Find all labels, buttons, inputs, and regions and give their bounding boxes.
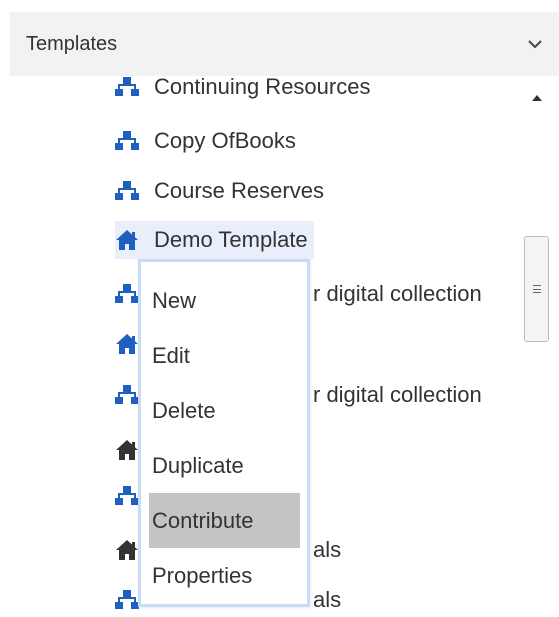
- menu-item-properties[interactable]: Properties: [149, 548, 300, 603]
- context-menu: New Edit Delete Duplicate Contribute Pro…: [138, 259, 310, 607]
- tree-item-continuing-resources[interactable]: Continuing Resources: [115, 76, 370, 106]
- tree-item-label: als: [313, 537, 342, 562]
- scroll-thumb[interactable]: [524, 236, 549, 342]
- menu-item-contribute[interactable]: Contribute: [149, 493, 300, 548]
- hierarchy-icon: [115, 130, 141, 152]
- tree-item-label: Continuing Resources: [154, 76, 371, 99]
- scroll-up-arrow-icon[interactable]: [521, 84, 552, 112]
- tree-item-copy-ofbooks[interactable]: Copy OfBooks: [115, 122, 296, 160]
- tree-item-label: r digital collection: [313, 281, 482, 306]
- panel-title: Templates: [26, 32, 118, 55]
- hierarchy-icon: [115, 180, 141, 202]
- menu-item-edit[interactable]: Edit: [149, 328, 300, 383]
- tree-item-label: Copy OfBooks: [154, 128, 296, 153]
- home-icon: [115, 229, 141, 251]
- tree-item-label: Course Reserves: [154, 178, 324, 203]
- tree-item-demo-template[interactable]: Demo Template: [115, 221, 314, 259]
- tree-item-label: r digital collection: [313, 382, 482, 407]
- chevron-down-icon[interactable]: [525, 34, 545, 54]
- templates-panel-header[interactable]: Templates: [10, 12, 559, 76]
- menu-item-delete[interactable]: Delete: [149, 383, 300, 438]
- tree-item-label: Demo Template: [154, 227, 308, 252]
- tree-item-label: als: [313, 587, 342, 612]
- tree-item-course-reserves[interactable]: Course Reserves: [115, 172, 324, 210]
- menu-item-new[interactable]: New: [149, 273, 300, 328]
- hierarchy-icon: [115, 76, 141, 98]
- menu-item-duplicate[interactable]: Duplicate: [149, 438, 300, 493]
- grip-icon: [532, 285, 541, 293]
- tree-scrollbar[interactable]: [521, 84, 552, 617]
